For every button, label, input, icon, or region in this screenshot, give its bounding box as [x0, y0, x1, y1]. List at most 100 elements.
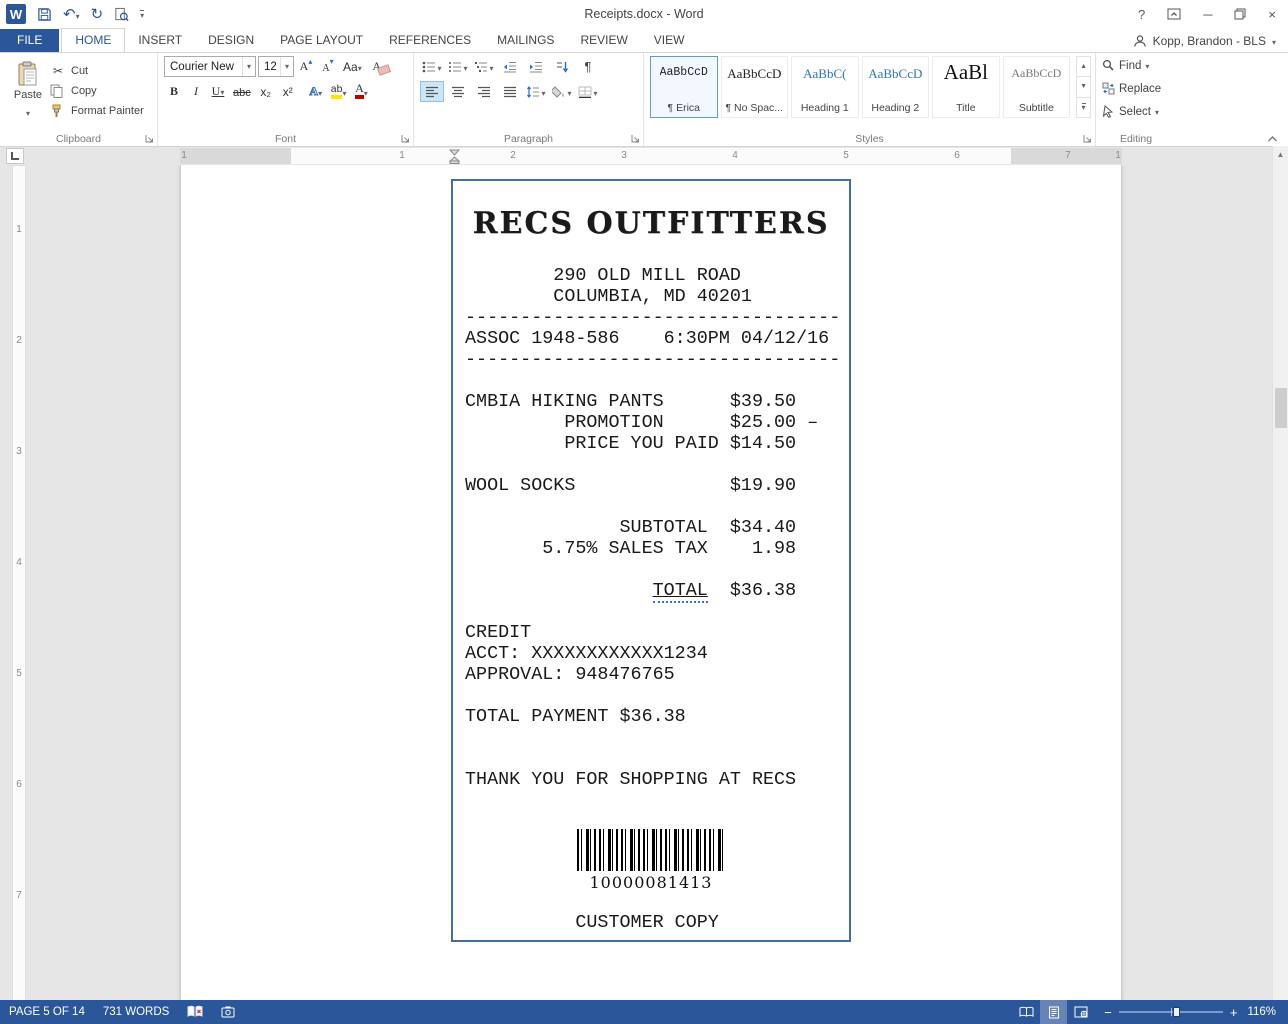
scrollbar-thumb[interactable]	[1275, 388, 1287, 428]
zoom-slider-thumb[interactable]	[1173, 1007, 1180, 1017]
indent-marker[interactable]	[449, 149, 460, 164]
font-color-dropdown-icon[interactable]	[364, 85, 368, 99]
align-left-button[interactable]	[420, 81, 444, 102]
change-case-button[interactable]: Aa	[340, 56, 365, 77]
font-size-dropdown-icon[interactable]	[280, 57, 293, 76]
superscript-button[interactable]: x²	[278, 81, 298, 102]
style-subtitle[interactable]: AaBbCcD Subtitle	[1003, 56, 1071, 118]
highlight-dropdown-icon[interactable]	[342, 85, 346, 99]
borders-dropdown-icon[interactable]	[593, 83, 597, 101]
style-no-spacing[interactable]: AaBbCcD ¶ No Spac...	[721, 56, 789, 118]
replace-button[interactable]: Replace	[1102, 79, 1172, 98]
zoom-in-button[interactable]: +	[1230, 1005, 1238, 1020]
font-name-combobox[interactable]: Courier New	[164, 56, 256, 77]
account-menu[interactable]: Kopp, Brandon - BLS	[1133, 34, 1288, 52]
find-dropdown-icon[interactable]	[1145, 60, 1149, 72]
increase-indent-button[interactable]	[524, 56, 548, 77]
paragraph-dialog-launcher[interactable]	[630, 133, 641, 144]
font-size-combobox[interactable]: 12	[258, 56, 294, 77]
vertical-scrollbar[interactable]: ▲	[1272, 146, 1288, 1000]
font-name-dropdown-icon[interactable]	[242, 57, 255, 76]
paste-dropdown-icon[interactable]	[26, 103, 30, 121]
macro-recording-icon[interactable]	[212, 1000, 244, 1024]
font-color-button[interactable]: A	[351, 81, 371, 102]
web-layout-button[interactable]	[1067, 1000, 1094, 1024]
word-count[interactable]: 731 WORDS	[94, 1000, 178, 1024]
select-button[interactable]: Select	[1102, 102, 1172, 121]
styles-scroll-down-icon[interactable]: ▼	[1077, 77, 1090, 97]
highlight-button[interactable]: ab	[328, 81, 350, 102]
numbering-dropdown-icon[interactable]	[463, 58, 467, 76]
style-title[interactable]: AaBl Title	[932, 56, 1000, 118]
text-effects-button[interactable]: A	[306, 81, 326, 102]
styles-scroll-up-icon[interactable]: ▲	[1077, 57, 1090, 77]
zoom-level[interactable]: 116%	[1247, 1006, 1288, 1018]
underline-button[interactable]: U	[208, 81, 228, 102]
tab-review[interactable]: REVIEW	[567, 29, 640, 52]
customize-qat-icon[interactable]	[140, 5, 144, 23]
italic-button[interactable]: I	[186, 81, 206, 102]
decrease-indent-button[interactable]	[498, 56, 522, 77]
restore-button[interactable]	[1234, 8, 1246, 20]
print-preview-icon[interactable]	[114, 7, 129, 22]
style-heading-1[interactable]: AaBbC( Heading 1	[791, 56, 859, 118]
tab-stop-selector[interactable]	[6, 148, 24, 164]
collapse-ribbon-icon[interactable]	[1267, 135, 1278, 143]
ribbon-display-options-button[interactable]	[1167, 8, 1181, 20]
undo-button[interactable]: ↶	[63, 5, 80, 23]
underline-dropdown-icon[interactable]	[220, 84, 224, 99]
style-heading-2[interactable]: AaBbCcD Heading 2	[862, 56, 930, 118]
cut-button[interactable]: ✂ Cut	[50, 62, 144, 79]
line-spacing-button[interactable]	[524, 81, 548, 102]
tab-design[interactable]: DESIGN	[195, 29, 267, 52]
multilevel-list-button[interactable]	[472, 56, 496, 77]
clear-formatting-button[interactable]: A	[367, 56, 387, 77]
show-hide-formatting-button[interactable]: ¶	[576, 56, 600, 77]
grow-font-button[interactable]: A	[296, 56, 316, 77]
multilevel-dropdown-icon[interactable]	[489, 58, 493, 76]
styles-gallery-more-icon[interactable]	[1077, 98, 1090, 117]
print-layout-button[interactable]	[1040, 1000, 1067, 1024]
receipt-text-box[interactable]: RECS OUTFITTERS 290 OLD MILL ROAD COLUMB…	[451, 179, 851, 942]
word-logo-icon[interactable]: W	[6, 4, 26, 24]
scroll-up-icon[interactable]: ▲	[1273, 146, 1288, 162]
bullets-dropdown-icon[interactable]	[437, 58, 441, 76]
tab-page-layout[interactable]: PAGE LAYOUT	[267, 29, 376, 52]
format-painter-button[interactable]: Format Painter	[50, 102, 144, 119]
sort-button[interactable]	[550, 56, 574, 77]
tab-mailings[interactable]: MAILINGS	[484, 29, 567, 52]
zoom-out-button[interactable]: −	[1104, 1005, 1112, 1020]
clipboard-dialog-launcher[interactable]	[144, 133, 155, 144]
find-button[interactable]: Find	[1102, 56, 1172, 75]
close-button[interactable]: ×	[1268, 7, 1276, 22]
read-mode-button[interactable]	[1013, 1000, 1040, 1024]
document-page[interactable]: RECS OUTFITTERS 290 OLD MILL ROAD COLUMB…	[180, 165, 1122, 1002]
tab-view[interactable]: VIEW	[641, 29, 698, 52]
shading-button[interactable]	[550, 81, 574, 102]
styles-dialog-launcher[interactable]	[1082, 133, 1093, 144]
line-spacing-dropdown-icon[interactable]	[541, 83, 545, 101]
justify-button[interactable]	[498, 81, 522, 102]
minimize-button[interactable]: ─	[1203, 7, 1212, 22]
save-button[interactable]	[37, 7, 52, 22]
tab-file[interactable]: FILE	[0, 29, 59, 52]
font-dialog-launcher[interactable]	[400, 133, 411, 144]
subscript-button[interactable]: x₂	[256, 81, 276, 102]
numbering-button[interactable]	[446, 56, 470, 77]
align-center-button[interactable]	[446, 81, 470, 102]
shrink-font-button[interactable]: A	[318, 56, 338, 77]
shading-dropdown-icon[interactable]	[567, 83, 571, 101]
zoom-slider[interactable]	[1119, 1011, 1223, 1013]
copy-button[interactable]: Copy	[50, 82, 144, 99]
tab-insert[interactable]: INSERT	[125, 29, 195, 52]
style-erica[interactable]: AaBbCcD ¶ Erica	[650, 56, 718, 118]
paste-button[interactable]: Paste	[6, 56, 50, 128]
borders-button[interactable]	[576, 81, 600, 102]
align-right-button[interactable]	[472, 81, 496, 102]
bullets-button[interactable]	[420, 56, 444, 77]
select-dropdown-icon[interactable]	[1155, 106, 1159, 118]
undo-dropdown-icon[interactable]	[76, 6, 80, 23]
help-button[interactable]: ?	[1138, 7, 1145, 22]
tab-references[interactable]: REFERENCES	[376, 29, 484, 52]
repeat-button[interactable]: ↻	[91, 5, 104, 23]
